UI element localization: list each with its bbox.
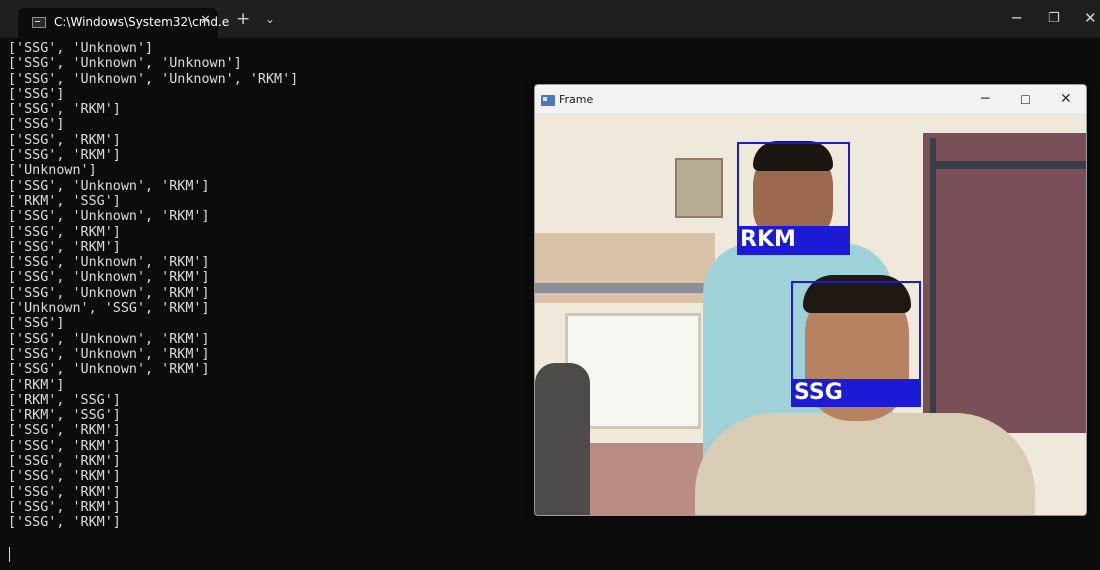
tab-bar: C:\Windows\System32\cmd.e ✕ + ⌄ ─ ❐ ✕ — [0, 0, 1100, 38]
console-line: ['SSG', 'RKM'] — [8, 484, 121, 500]
bed-rail-right — [930, 161, 1086, 169]
terminal-icon — [32, 17, 46, 28]
console-line: ['SSG', 'Unknown', 'RKM'] — [8, 255, 210, 271]
person-ssg-body — [695, 413, 1035, 515]
console-line: ['SSG', 'RKM'] — [8, 454, 121, 470]
console-line: ['SSG', 'Unknown', 'RKM'] — [8, 285, 210, 301]
wall-poster — [675, 158, 723, 218]
minimize-button[interactable]: ─ — [1012, 8, 1021, 28]
console-line: ['SSG'] — [8, 316, 65, 332]
console-line: ['SSG', 'RKM'] — [8, 423, 121, 439]
frame-title: Frame — [559, 93, 594, 106]
face-label-ssg: SSG — [791, 379, 921, 407]
console-line: ['SSG', 'RKM'] — [8, 438, 121, 454]
console-line: ['Unknown'] — [8, 163, 97, 179]
console-line: ['RKM', 'SSG'] — [8, 408, 121, 424]
console-line: ['SSG', 'RKM'] — [8, 239, 121, 255]
console-line: ['SSG', 'RKM'] — [8, 102, 121, 118]
tab-cmd[interactable]: C:\Windows\System32\cmd.e ✕ — [18, 8, 229, 38]
tab-dropdown-button[interactable]: ⌄ — [265, 10, 275, 28]
console-line: ['SSG', 'Unknown', 'Unknown', 'RKM'] — [8, 71, 299, 87]
webcam-feed: RKM SSG — [535, 113, 1086, 515]
console-line: ['SSG', 'RKM'] — [8, 499, 121, 515]
console-line: ['SSG', 'RKM'] — [8, 515, 121, 531]
console-line: ['RKM'] — [8, 377, 65, 393]
bed-rail-left — [535, 283, 715, 293]
frame-window[interactable]: Frame ─ ☐ ✕ RKM SSG — [534, 84, 1087, 516]
close-button[interactable]: ✕ — [1084, 8, 1097, 28]
frame-title-bar[interactable]: Frame ─ ☐ ✕ — [535, 85, 1086, 113]
bunk-bed-right — [923, 133, 1086, 433]
face-label-rkm: RKM — [737, 226, 850, 254]
console-line: ['SSG', 'Unknown', 'Unknown'] — [8, 56, 242, 72]
console-line: ['Unknown', 'SSG', 'RKM'] — [8, 301, 210, 317]
console-line: ['RKM', 'SSG'] — [8, 392, 121, 408]
console-line: ['SSG', 'RKM'] — [8, 148, 121, 164]
console-line: ['SSG', 'Unknown', 'RKM'] — [8, 270, 210, 286]
console-line: ['SSG', 'Unknown', 'RKM'] — [8, 346, 210, 362]
window-app-icon — [541, 95, 555, 106]
console-line: ['SSG', 'Unknown', 'RKM'] — [8, 362, 210, 378]
console-line: ['SSG', 'RKM'] — [8, 224, 121, 240]
close-tab-icon[interactable]: ✕ — [200, 13, 211, 28]
console-line: ['SSG'] — [8, 117, 65, 133]
console-output[interactable]: ['SSG', 'Unknown'] ['SSG', 'Unknown', 'Un… — [8, 41, 298, 531]
console-line: ['RKM', 'SSG'] — [8, 193, 121, 209]
text-cursor — [9, 547, 10, 562]
console-line: ['SSG'] — [8, 86, 65, 102]
frame-close-button[interactable]: ✕ — [1060, 90, 1072, 108]
maximize-button[interactable]: ❐ — [1048, 9, 1060, 29]
person-left-edge — [535, 363, 590, 515]
new-tab-button[interactable]: + — [236, 10, 250, 28]
frame-minimize-button[interactable]: ─ — [981, 90, 989, 108]
frame-maximize-button[interactable]: ☐ — [1020, 91, 1031, 109]
bed-frame-right — [930, 138, 936, 438]
console-line: ['SSG', 'RKM'] — [8, 132, 121, 148]
console-line: ['SSG', 'Unknown'] — [8, 41, 154, 56]
console-line: ['SSG', 'Unknown', 'RKM'] — [8, 331, 210, 347]
console-line: ['SSG', 'RKM'] — [8, 469, 121, 485]
console-line: ['SSG', 'Unknown', 'RKM'] — [8, 178, 210, 194]
console-line: ['SSG', 'Unknown', 'RKM'] — [8, 209, 210, 225]
